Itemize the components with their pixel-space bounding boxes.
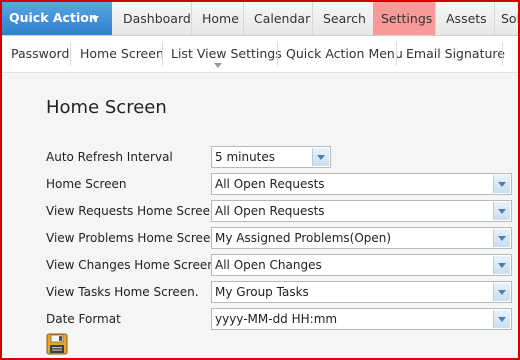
chevron-down-icon [498,182,506,187]
page-title: Home Screen [46,97,167,118]
top-nav: Quick Action Dashboard Home Calendar Sea… [2,2,518,36]
select-value: My Group Tasks [215,285,309,299]
dropdown-button[interactable] [493,202,510,220]
chevron-down-icon [498,263,506,268]
nav-dashboard[interactable]: Dashboard [123,2,191,35]
nav-calendar[interactable]: Calendar [254,2,310,35]
dropdown-button[interactable] [312,148,329,166]
chevron-down-icon [498,290,506,295]
nav-settings[interactable]: Settings [381,2,432,35]
subnav-divider [502,42,503,66]
nav-divider [243,2,244,35]
floppy-disk-icon[interactable] [46,333,68,355]
select-value: All Open Requests [215,204,325,218]
subnav-divider [70,42,71,66]
tasks-home-label: View Tasks Home Screen. [46,285,199,299]
nav-divider [312,2,313,35]
chevron-down-icon [214,63,222,68]
problems-home-select[interactable]: My Assigned Problems(Open) [211,227,512,249]
date-format-label: Date Format [46,312,121,326]
subnav-password[interactable]: Password [11,36,69,72]
subnav-divider [277,42,278,66]
chevron-down-icon [498,209,506,214]
select-value: All Open Requests [215,177,325,191]
select-value: All Open Changes [215,258,322,272]
problems-home-label: View Problems Home Screen [46,231,218,245]
window-frame: Quick Action Dashboard Home Calendar Sea… [0,0,520,360]
nav-divider [191,2,192,35]
nav-search[interactable]: Search [323,2,366,35]
changes-home-label: View Changes Home Screen [46,258,215,272]
nav-divider [435,2,436,35]
tasks-home-select[interactable]: My Group Tasks [211,281,512,303]
quick-action-label: Quick Action [9,10,98,25]
requests-home-select[interactable]: All Open Requests [211,200,512,222]
subnav-email-signature[interactable]: Email Signature [406,36,505,72]
chevron-down-icon [91,16,99,21]
subnav-divider [162,42,163,66]
home-screen-label: Home Screen [46,177,127,191]
auto-refresh-select[interactable]: 5 minutes [211,146,331,168]
select-value: My Assigned Problems(Open) [215,231,392,245]
dropdown-button[interactable] [493,256,510,274]
subnav-list-view-settings[interactable]: List View Settings [171,36,282,72]
nav-assets[interactable]: Assets [446,2,487,35]
dropdown-button[interactable] [493,310,510,328]
chevron-down-icon [498,317,506,322]
settings-subnav: Password Home Screen List View Settings … [2,36,518,73]
subnav-quick-action-menu[interactable]: Quick Action Menu [286,36,403,72]
home-screen-select[interactable]: All Open Requests [211,173,512,195]
quick-action-button[interactable]: Quick Action [2,2,112,35]
subnav-divider [396,42,397,66]
changes-home-select[interactable]: All Open Changes [211,254,512,276]
subnav-home-screen[interactable]: Home Screen [80,36,164,72]
chevron-down-icon [317,155,325,160]
nav-solutions[interactable]: Sol [501,2,518,35]
nav-divider [494,2,495,35]
requests-home-label: View Requests Home Screen. [46,204,222,218]
dropdown-button[interactable] [493,283,510,301]
dropdown-button[interactable] [493,229,510,247]
dropdown-button[interactable] [493,175,510,193]
select-value: yyyy-MM-dd HH:mm [215,312,338,326]
nav-home[interactable]: Home [202,2,239,35]
chevron-down-icon [498,236,506,241]
select-value: 5 minutes [215,150,276,164]
date-format-select[interactable]: yyyy-MM-dd HH:mm [211,308,512,330]
auto-refresh-label: Auto Refresh Interval [46,150,173,164]
